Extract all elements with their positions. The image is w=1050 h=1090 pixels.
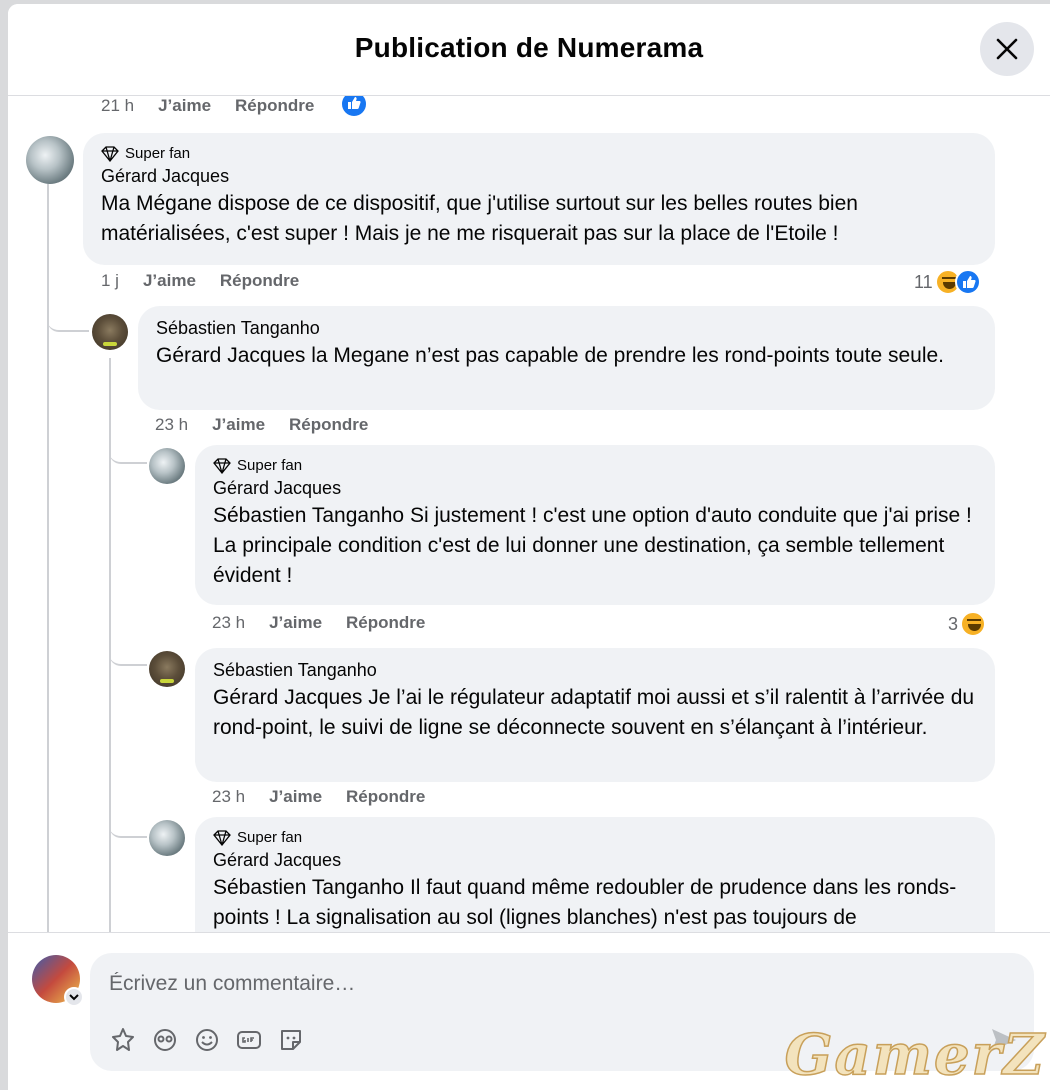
reaction-count: 11 xyxy=(914,271,933,292)
comment-author[interactable]: Sébastien Tanganho xyxy=(213,660,977,681)
composer-toolbar xyxy=(108,1025,318,1055)
emoji-button[interactable] xyxy=(192,1025,222,1055)
badge-label: Super fan xyxy=(237,829,303,846)
gif-icon xyxy=(237,1031,261,1049)
mention-link[interactable]: Gérard Jacques xyxy=(213,686,362,709)
smiley-icon xyxy=(196,1029,218,1051)
thread-connector xyxy=(109,442,147,464)
close-icon xyxy=(996,38,1018,60)
comment-text: Sébastien Tanganho Il faut quand même re… xyxy=(213,873,977,932)
watermark-logo: GamerZ xyxy=(784,1021,1046,1089)
comment-body: la Megane n’est pas capable de prendre l… xyxy=(305,344,945,367)
super-fan-badge: Super fan xyxy=(213,829,977,846)
gif-button[interactable] xyxy=(234,1025,264,1055)
avatar[interactable] xyxy=(149,820,185,856)
reply-button[interactable]: Répondre xyxy=(346,787,425,807)
comment-author[interactable]: Gérard Jacques xyxy=(101,166,977,187)
reaction-summary[interactable]: 3 xyxy=(948,611,987,637)
comment-time[interactable]: 23 h xyxy=(212,787,245,807)
reaction-summary[interactable]: 11 xyxy=(914,269,981,295)
comment-bubble: Sébastien Tanganho Gérard Jacques Je l’a… xyxy=(195,648,995,782)
like-button[interactable]: J’aime xyxy=(269,787,322,807)
avatar[interactable] xyxy=(149,651,185,687)
avatar-sticker-button[interactable] xyxy=(108,1025,138,1055)
thread-connector xyxy=(109,644,147,666)
thread-line xyxy=(47,184,49,932)
comment-time[interactable]: 21 h xyxy=(101,96,134,116)
comment-thread[interactable]: 21 h J’aime Répondre Super fan Gérard Ja… xyxy=(8,96,1050,932)
comment-actions: 1 j J’aime Répondre xyxy=(101,271,299,291)
comment-time[interactable]: 23 h xyxy=(155,415,188,435)
super-fan-badge: Super fan xyxy=(101,145,977,162)
comment-input[interactable] xyxy=(107,971,971,997)
comment-author[interactable]: Gérard Jacques xyxy=(213,850,977,871)
reply-button[interactable]: Répondre xyxy=(289,415,368,435)
dialog-title: Publication de Numerama xyxy=(354,32,704,63)
diamond-icon xyxy=(213,457,231,474)
close-button[interactable] xyxy=(980,22,1034,76)
comment-author[interactable]: Gérard Jacques xyxy=(213,478,977,499)
like-button[interactable]: J’aime xyxy=(158,96,211,116)
chevron-down-icon[interactable] xyxy=(64,987,84,1007)
comment-actions: 23 h J’aime Répondre xyxy=(212,787,425,807)
post-dialog: Publication de Numerama 21 h J’aime Répo… xyxy=(8,4,1050,1090)
reply-button[interactable]: Répondre xyxy=(220,271,299,291)
badge-label: Super fan xyxy=(125,145,191,162)
comment-text: Gérard Jacques Je l’ai le régulateur ada… xyxy=(213,683,977,743)
comment-actions: 21 h J’aime Répondre xyxy=(101,96,314,116)
diamond-icon xyxy=(101,145,119,162)
like-button[interactable]: J’aime xyxy=(143,271,196,291)
avatar[interactable] xyxy=(92,314,128,350)
dialog-header: Publication de Numerama xyxy=(8,4,1050,96)
thread-connector xyxy=(109,816,147,838)
comment-text: Ma Mégane dispose de ce dispositif, que … xyxy=(101,192,858,245)
current-user-avatar[interactable] xyxy=(32,955,84,1007)
thread-connector xyxy=(47,306,89,332)
comment-bubble: Super fan Gérard Jacques Ma Mégane dispo… xyxy=(83,133,995,265)
mention-link[interactable]: Gérard Jacques xyxy=(156,344,305,367)
avatar[interactable] xyxy=(26,136,74,184)
mention-link[interactable]: Sébastien Tanganho xyxy=(213,504,404,527)
comment-text: Gérard Jacques la Megane n’est pas capab… xyxy=(156,341,977,371)
comment-actions: 23 h J’aime Répondre xyxy=(212,613,425,633)
comment-bubble: Super fan Gérard Jacques Sébastien Tanga… xyxy=(195,817,995,932)
like-button[interactable]: J’aime xyxy=(269,613,322,633)
mask-icon xyxy=(154,1029,176,1051)
reply-button[interactable]: Répondre xyxy=(346,613,425,633)
sticker-button[interactable] xyxy=(276,1025,306,1055)
like-icon xyxy=(340,96,368,118)
comment-text: Sébastien Tanganho Si justement ! c'est … xyxy=(213,501,977,591)
reply-button[interactable]: Répondre xyxy=(235,96,314,116)
comment-bubble: Sébastien Tanganho Gérard Jacques la Meg… xyxy=(138,306,995,410)
diamond-icon xyxy=(213,829,231,846)
like-button[interactable]: J’aime xyxy=(212,415,265,435)
badge-label: Super fan xyxy=(237,457,303,474)
comment-time[interactable]: 23 h xyxy=(212,613,245,633)
haha-icon xyxy=(960,611,987,637)
comment-bubble: Super fan Gérard Jacques Sébastien Tanga… xyxy=(195,445,995,605)
comment-time[interactable]: 1 j xyxy=(101,271,119,291)
avatar-sticker-icon xyxy=(112,1028,134,1051)
mask-button[interactable] xyxy=(150,1025,180,1055)
sticker-icon xyxy=(281,1030,301,1050)
super-fan-badge: Super fan xyxy=(213,457,977,474)
mention-link[interactable]: Sébastien Tanganho xyxy=(213,876,404,899)
like-icon xyxy=(954,269,981,295)
comment-author[interactable]: Sébastien Tanganho xyxy=(156,318,977,339)
comment-actions: 23 h J’aime Répondre xyxy=(155,415,368,435)
avatar[interactable] xyxy=(149,448,185,484)
reaction-count: 3 xyxy=(948,613,959,634)
